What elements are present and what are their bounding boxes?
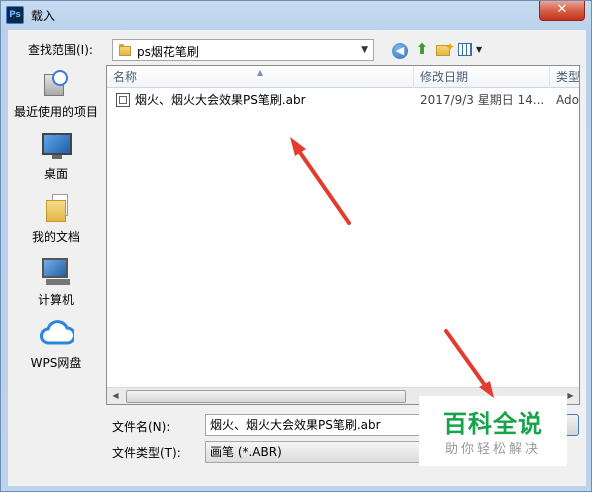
watermark-title: 百科全说 xyxy=(443,410,543,438)
dialog-body: 查找范围(I): ps烟花笔刷 ▼ ◀ ⬆ ✦ ▼ 最近使用的项目 桌面 我的文… xyxy=(8,30,586,486)
scrollbar-thumb[interactable] xyxy=(126,390,406,403)
back-button[interactable]: ◀ xyxy=(390,40,410,60)
column-header-row: ▲ 名称 修改日期 类型 xyxy=(107,66,579,88)
sparkle-icon: ✦ xyxy=(445,40,456,54)
place-my-documents[interactable]: 我的文档 xyxy=(8,192,104,250)
file-type: Ado xyxy=(556,93,579,107)
table-row[interactable]: 烟火、烟火大会效果PS笔刷.abr 2017/9/3 星期日 14... Ado xyxy=(107,90,579,110)
view-menu-icon xyxy=(458,43,472,56)
look-in-dropdown[interactable]: ps烟花笔刷 ▼ xyxy=(112,39,374,61)
place-computer[interactable]: 计算机 xyxy=(8,256,104,312)
file-date: 2017/9/3 星期日 14... xyxy=(420,93,545,107)
column-header-type[interactable]: 类型 xyxy=(550,66,580,88)
file-name: 烟火、烟火大会效果PS笔刷.abr xyxy=(135,93,306,107)
brush-file-icon xyxy=(116,93,130,107)
photoshop-app-icon: Ps xyxy=(6,6,24,24)
up-one-level-button[interactable]: ⬆ xyxy=(412,40,432,60)
place-label: 桌面 xyxy=(43,167,68,181)
file-name-label: 文件名(N): xyxy=(112,420,171,434)
back-arrow-icon: ◀ xyxy=(392,43,408,59)
place-desktop[interactable]: 桌面 xyxy=(8,130,104,186)
column-header-label: 修改日期 xyxy=(420,70,469,84)
sort-ascending-icon: ▲ xyxy=(257,68,264,77)
file-type-label: 文件类型(T): xyxy=(112,446,181,460)
close-icon: ✕ xyxy=(556,2,568,17)
desktop-icon xyxy=(42,133,72,161)
column-header-label: 名称 xyxy=(113,70,138,84)
place-label: 我的文档 xyxy=(31,230,80,244)
close-button[interactable]: ✕ xyxy=(539,1,585,21)
new-folder-button[interactable]: ✦ xyxy=(434,40,456,60)
column-header-name[interactable]: ▲ 名称 xyxy=(107,66,414,88)
places-bar: 最近使用的项目 桌面 我的文档 计算机 WPS网盘 xyxy=(8,62,104,402)
title-bar[interactable]: Ps 载入 ✕ xyxy=(1,1,591,29)
window-title: 载入 xyxy=(31,9,56,23)
column-header-date[interactable]: 修改日期 xyxy=(414,66,550,88)
my-documents-icon xyxy=(46,194,70,224)
look-in-label: 查找范围(I): xyxy=(28,43,93,57)
load-dialog: Ps 载入 ✕ 查找范围(I): ps烟花笔刷 ▼ ◀ ⬆ ✦ ▼ 最近使用的项… xyxy=(0,0,592,492)
look-in-value: ps烟花笔刷 xyxy=(137,45,199,59)
wps-cloud-icon xyxy=(40,320,74,345)
folder-icon xyxy=(119,44,131,56)
recent-items-icon xyxy=(42,70,68,98)
column-header-label: 类型 xyxy=(556,70,580,84)
up-folder-icon: ⬆ xyxy=(415,40,429,58)
chevron-down-icon: ▼ xyxy=(476,45,483,54)
watermark-subtitle: 助你轻松解决 xyxy=(444,442,541,457)
place-label: WPS网盘 xyxy=(30,356,82,370)
computer-icon xyxy=(42,258,72,286)
view-menu-button[interactable]: ▼ xyxy=(456,40,486,60)
place-label: 计算机 xyxy=(37,293,74,307)
scroll-left-icon[interactable]: ◀ xyxy=(107,388,124,404)
place-label: 最近使用的项目 xyxy=(13,105,98,119)
file-list[interactable]: ▲ 名称 修改日期 类型 烟火、烟火大会效果PS笔刷.abr 2017/9/3 … xyxy=(106,65,580,405)
watermark-logo: 百科全说 助你轻松解决 xyxy=(419,396,567,466)
place-wps-cloud[interactable]: WPS网盘 xyxy=(8,318,104,376)
chevron-down-icon: ▼ xyxy=(361,45,368,55)
place-recent-items[interactable]: 最近使用的项目 xyxy=(8,62,104,122)
